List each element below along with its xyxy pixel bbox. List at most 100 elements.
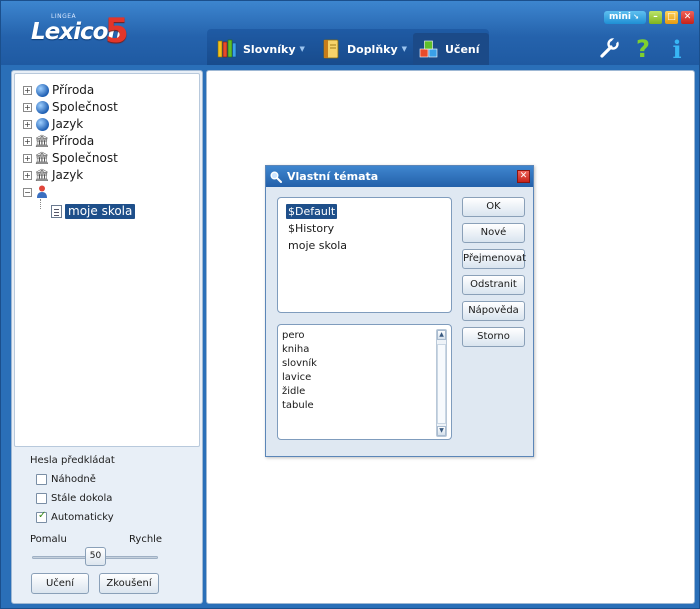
temple-icon: 🏛	[34, 151, 50, 165]
rename-button[interactable]: Přejmenovat	[462, 249, 526, 269]
notebook-icon	[321, 39, 341, 59]
close-icon: ✕	[683, 12, 692, 22]
delete-button[interactable]: Odstranit	[462, 275, 525, 295]
menu-doplnky[interactable]: Doplňky ▼	[321, 33, 407, 65]
checkbox-nahodne[interactable]: Náhodně	[36, 474, 96, 485]
menu-uceni-label: Učení	[445, 42, 480, 56]
mini-arrow-icon: ↘	[632, 13, 639, 21]
temple-icon: 🏛	[34, 134, 50, 148]
app-window: LINGEA Lexicon 5 mini ↘ – □ ✕ Slovníky ▼…	[0, 0, 700, 609]
ok-button[interactable]: OK	[462, 197, 525, 217]
minimize-button[interactable]: –	[649, 11, 662, 24]
tree-item-label: Jazyk	[52, 117, 84, 131]
dialog-close-button[interactable]: ✕	[517, 170, 530, 183]
main-menubar: Slovníky ▼ Doplňky ▼ Učení	[207, 29, 489, 65]
topic-tree[interactable]: + Příroda + Společnost + Jazyk + 🏛 Příro…	[14, 73, 200, 447]
test-button[interactable]: Zkoušení	[99, 573, 159, 594]
header-bar: LINGEA Lexicon 5 mini ↘ – □ ✕ Slovníky ▼…	[1, 1, 699, 65]
tree-item-user[interactable]: −	[23, 184, 52, 200]
expand-icon[interactable]: +	[23, 102, 32, 112]
tree-item-moje-skola[interactable]: moje skola	[51, 203, 136, 219]
logo-number: 5	[105, 11, 129, 51]
tree-item-label: moje skola	[65, 203, 136, 219]
vertical-scrollbar[interactable]: ▲ ▼	[436, 329, 447, 437]
dialog-title: Vlastní témata	[287, 170, 379, 183]
user-icon	[35, 185, 49, 199]
expand-icon[interactable]: +	[23, 85, 32, 95]
help-dialog-button[interactable]: Nápověda	[462, 301, 525, 321]
word-list[interactable]: pero kniha slovník lavice židle tabule ▲…	[277, 324, 452, 440]
globe-icon	[35, 83, 49, 97]
topic-list[interactable]: $Default $History moje skola	[277, 197, 452, 313]
abc-blocks-icon	[419, 39, 439, 59]
tree-item-label: Příroda	[52, 83, 95, 97]
list-item[interactable]: $History	[286, 221, 336, 236]
help-icon: ?	[636, 35, 650, 63]
chevron-down-icon: ▼	[401, 45, 408, 53]
info-icon: i	[672, 34, 682, 64]
new-button[interactable]: Nové	[462, 223, 525, 243]
tree-item[interactable]: + Společnost	[23, 99, 118, 115]
scroll-down-icon[interactable]: ▼	[437, 426, 446, 436]
menu-doplnky-label: Doplňky	[347, 42, 398, 56]
close-icon: ✕	[519, 171, 528, 181]
checkbox-box[interactable]	[36, 474, 47, 485]
cancel-button[interactable]: Storno	[462, 327, 525, 347]
word-item[interactable]: kniha	[282, 343, 309, 357]
chevron-down-icon: ▼	[299, 45, 305, 53]
app-logo: LINGEA Lexicon 5	[31, 11, 131, 57]
list-item-selected[interactable]: $Default	[286, 204, 338, 219]
books-icon	[217, 39, 237, 59]
scroll-up-icon[interactable]: ▲	[437, 330, 446, 340]
tree-item-label: Jazyk	[52, 168, 84, 182]
word-item[interactable]: židle	[282, 385, 305, 399]
tree-connector	[40, 199, 41, 209]
dialog-titlebar[interactable]: Vlastní témata ✕	[266, 166, 533, 187]
mini-mode-button[interactable]: mini ↘	[604, 11, 646, 24]
custom-topics-dialog: Vlastní témata ✕ $Default $History moje …	[265, 165, 534, 457]
globe-icon	[35, 100, 49, 114]
help-button[interactable]: ?	[629, 35, 657, 63]
maximize-button[interactable]: □	[665, 11, 678, 24]
list-item[interactable]: moje skola	[286, 238, 349, 253]
tree-item[interactable]: + Jazyk	[23, 116, 83, 132]
settings-button[interactable]	[595, 35, 623, 63]
speed-slider-thumb[interactable]: 50	[85, 547, 106, 566]
slider-max-label: Rychle	[129, 534, 163, 545]
tree-item[interactable]: + 🏛 Společnost	[23, 150, 118, 166]
collapse-icon[interactable]: −	[23, 187, 32, 197]
left-panel: + Příroda + Společnost + Jazyk + 🏛 Příro…	[11, 70, 203, 604]
menu-slovniky-label: Slovníky	[243, 42, 296, 56]
checkbox-label: Stále dokola	[51, 493, 113, 504]
expand-icon[interactable]: +	[23, 170, 32, 180]
tree-item[interactable]: + 🏛 Příroda	[23, 133, 94, 149]
checkbox-label: Náhodně	[51, 474, 96, 485]
menu-uceni[interactable]: Učení	[413, 33, 489, 65]
document-icon	[51, 204, 62, 218]
tree-item-label: Příroda	[52, 134, 95, 148]
menu-slovniky[interactable]: Slovníky ▼	[217, 33, 305, 65]
checkbox-automaticky[interactable]: Automaticky	[36, 510, 114, 523]
close-window-button[interactable]: ✕	[681, 11, 694, 24]
checkbox-stale-dokola[interactable]: Stále dokola	[36, 493, 112, 504]
scrollbar-thumb[interactable]	[437, 344, 446, 424]
checkbox-box-checked[interactable]	[36, 510, 47, 523]
magnifier-icon	[270, 171, 282, 183]
learn-button[interactable]: Učení	[31, 573, 89, 594]
options-title: Hesla předkládat	[30, 455, 115, 466]
word-item[interactable]: slovník	[282, 357, 317, 371]
word-item[interactable]: pero	[282, 329, 305, 343]
slider-min-label: Pomalu	[30, 534, 67, 545]
expand-icon[interactable]: +	[23, 153, 32, 163]
expand-icon[interactable]: +	[23, 119, 32, 129]
tree-item-label: Společnost	[52, 100, 118, 114]
info-button[interactable]: i	[663, 34, 691, 64]
maximize-icon: □	[667, 12, 676, 22]
word-item[interactable]: tabule	[282, 399, 314, 413]
word-item[interactable]: lavice	[282, 371, 311, 385]
expand-icon[interactable]: +	[23, 136, 32, 146]
tree-item[interactable]: + 🏛 Jazyk	[23, 167, 83, 183]
checkbox-box[interactable]	[36, 493, 47, 504]
tree-item[interactable]: + Příroda	[23, 82, 94, 98]
mini-label: mini	[609, 12, 631, 22]
